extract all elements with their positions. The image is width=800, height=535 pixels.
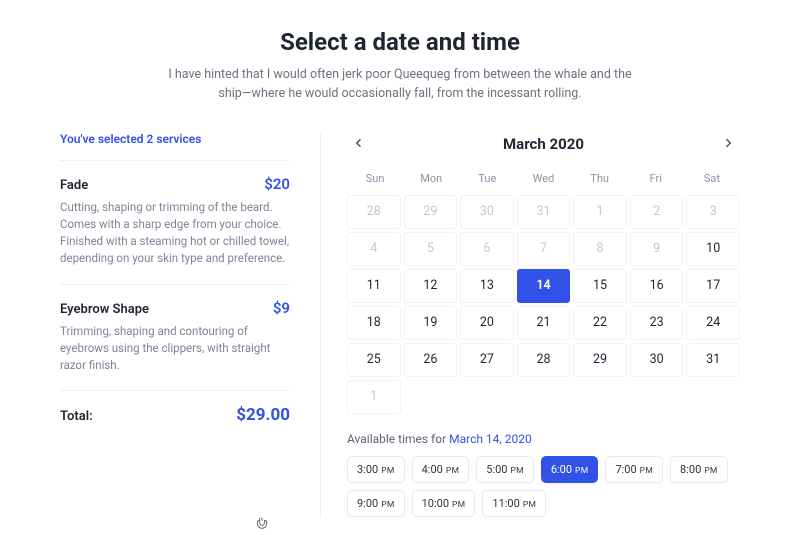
calendar-day[interactable]: 17 <box>686 269 740 303</box>
calendar-day[interactable]: 25 <box>347 343 401 377</box>
service-price: $9 <box>273 299 290 317</box>
time-slot-ampm: PM <box>381 466 394 476</box>
time-slot-ampm: PM <box>523 500 536 510</box>
calendar-day: 1 <box>573 195 627 229</box>
calendar-dow-label: Mon <box>403 168 459 189</box>
calendar-dow-label: Wed <box>515 168 571 189</box>
time-slot-ampm: PM <box>381 500 394 510</box>
time-slot-ampm: PM <box>446 466 459 476</box>
calendar-day[interactable]: 29 <box>573 343 627 377</box>
calendar-dow-label: Sun <box>347 168 403 189</box>
chevron-right-icon <box>722 134 734 153</box>
chevron-left-icon <box>353 134 365 153</box>
calendar-day[interactable]: 30 <box>630 343 684 377</box>
time-slot-ampm: PM <box>704 466 717 476</box>
service-name: Eyebrow Shape <box>60 302 149 317</box>
calendar-day[interactable]: 14 <box>517 269 571 303</box>
time-slot-time: 8:00 <box>680 463 701 476</box>
calendar-dow-label: Sat <box>684 168 740 189</box>
calendar-day: 30 <box>460 195 514 229</box>
page-subtitle: I have hinted that I would often jerk po… <box>160 66 640 104</box>
time-slot-time: 4:00 <box>422 463 443 476</box>
page-title: Select a date and time <box>60 28 740 56</box>
calendar-day[interactable]: 19 <box>404 306 458 340</box>
calendar-day[interactable]: 24 <box>686 306 740 340</box>
calendar-panel: March 2020 SunMonTueWedThuFriSat 2829303… <box>320 132 740 517</box>
service-price: $20 <box>264 175 290 193</box>
calendar-day[interactable]: 27 <box>460 343 514 377</box>
calendar-dow-label: Tue <box>459 168 515 189</box>
calendar-day: 1 <box>347 380 401 414</box>
calendar-day[interactable]: 11 <box>347 269 401 303</box>
calendar-day: 31 <box>517 195 571 229</box>
service-item: Fade $20 Cutting, shaping or trimming of… <box>60 175 290 285</box>
time-slot-time: 7:00 <box>615 463 636 476</box>
time-slot-ampm: PM <box>640 466 653 476</box>
calendar-day: 3 <box>686 195 740 229</box>
calendar-day[interactable]: 20 <box>460 306 514 340</box>
selected-date-label: March 14, 2020 <box>449 432 532 446</box>
calendar-day: 29 <box>404 195 458 229</box>
service-item: Eyebrow Shape $9 Trimming, shaping and c… <box>60 299 290 392</box>
time-slot-time: 3:00 <box>357 463 378 476</box>
total-label: Total: <box>60 409 93 424</box>
service-name: Fade <box>60 178 88 193</box>
time-slot[interactable]: 6:00PM <box>541 456 599 483</box>
available-times-heading: Available times for March 14, 2020 <box>347 432 740 446</box>
summary-panel: You've selected 2 services Fade $20 Cutt… <box>60 132 290 517</box>
time-slot-time: 6:00 <box>551 463 572 476</box>
calendar-day[interactable]: 15 <box>573 269 627 303</box>
time-slot[interactable]: 7:00 PM <box>605 456 663 483</box>
calendar-day: 9 <box>630 232 684 266</box>
time-slot[interactable]: 4:00PM <box>412 456 470 483</box>
calendar-day[interactable]: 18 <box>347 306 401 340</box>
calendar-day[interactable]: 12 <box>404 269 458 303</box>
total-price: $29.00 <box>236 405 290 425</box>
time-slot[interactable]: 8:00PM <box>670 456 728 483</box>
calendar-day: 28 <box>347 195 401 229</box>
calendar-day: 7 <box>517 232 571 266</box>
service-desc: Trimming, shaping and contouring of eyeb… <box>60 323 290 375</box>
time-slot-time: 5:00 <box>486 463 507 476</box>
calendar-day[interactable]: 31 <box>686 343 740 377</box>
calendar-day[interactable]: 28 <box>517 343 571 377</box>
calendar-month-label: March 2020 <box>503 135 584 153</box>
calendar-day: 6 <box>460 232 514 266</box>
time-slot[interactable]: 10:00PM <box>412 490 476 517</box>
summary-heading: You've selected 2 services <box>60 132 290 161</box>
calendar-dow-label: Thu <box>572 168 628 189</box>
calendar-day[interactable]: 23 <box>630 306 684 340</box>
calendar-day[interactable]: 21 <box>517 306 571 340</box>
service-desc: Cutting, shaping or trimming of the bear… <box>60 199 290 268</box>
time-slot[interactable]: 3:00PM <box>347 456 405 483</box>
calendar-dow-label: Fri <box>628 168 684 189</box>
calendar-day[interactable]: 13 <box>460 269 514 303</box>
calendar-day[interactable]: 22 <box>573 306 627 340</box>
time-slot-ampm: PM <box>452 500 465 510</box>
prev-month-button[interactable] <box>347 132 371 156</box>
time-slot-time: 9:00 <box>357 497 378 510</box>
time-slot[interactable]: 9:00PM <box>347 490 405 517</box>
time-slot-ampm: PM <box>575 466 588 476</box>
time-slot-time: 11:00 <box>492 497 519 510</box>
time-slot[interactable]: 5:00PM <box>476 456 534 483</box>
calendar-day: 4 <box>347 232 401 266</box>
time-slot-ampm: PM <box>510 466 523 476</box>
calendar-day[interactable]: 10 <box>686 232 740 266</box>
cursor-pointer-icon <box>255 515 269 534</box>
calendar-day: 8 <box>573 232 627 266</box>
calendar-day[interactable]: 16 <box>630 269 684 303</box>
time-slot-time: 10:00 <box>422 497 449 510</box>
calendar-day: 2 <box>630 195 684 229</box>
calendar-day[interactable]: 26 <box>404 343 458 377</box>
time-slot[interactable]: 11:00 PM <box>482 490 546 517</box>
next-month-button[interactable] <box>716 132 740 156</box>
calendar-day: 5 <box>404 232 458 266</box>
